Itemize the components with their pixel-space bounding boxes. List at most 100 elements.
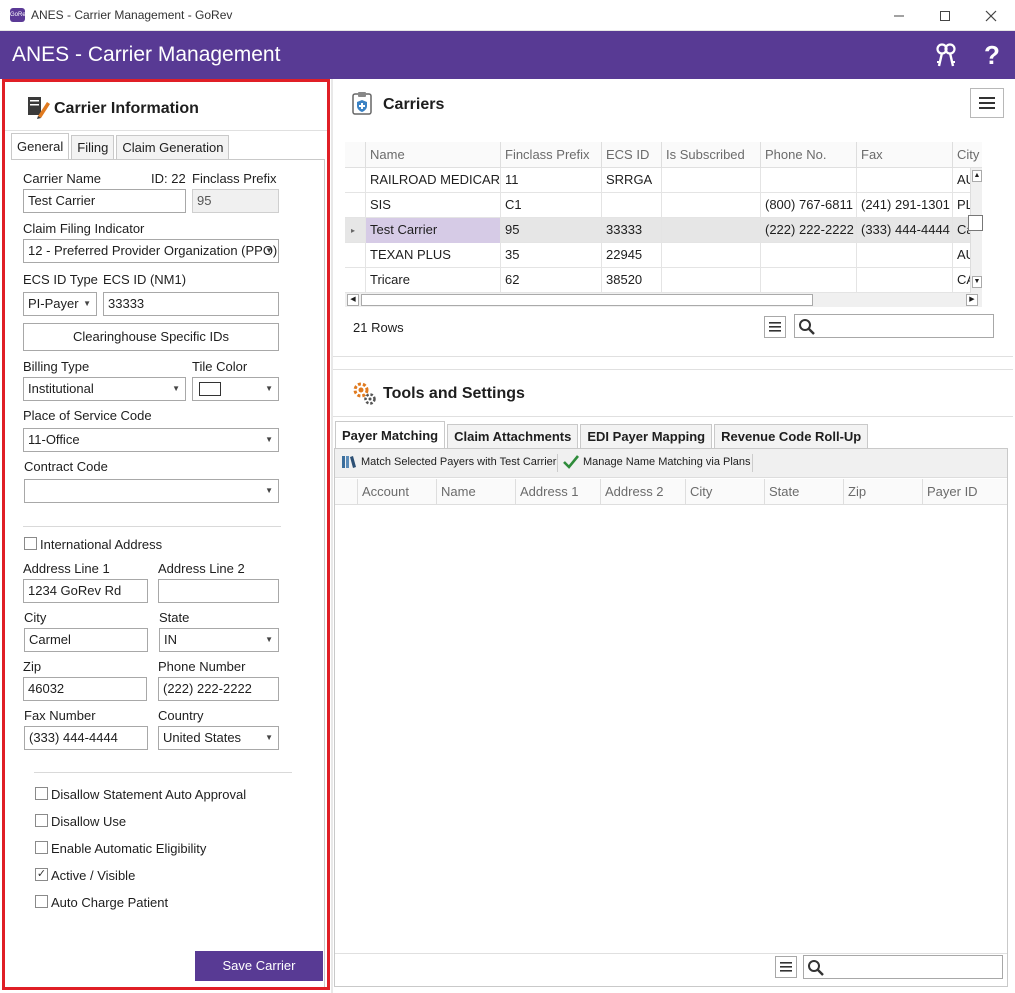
panel-splitter[interactable] <box>331 79 333 993</box>
horizontal-scroll-thumb[interactable] <box>361 294 813 306</box>
enable-automatic-eligibility-checkbox[interactable] <box>35 841 48 854</box>
column-header-account[interactable]: Account <box>357 479 437 505</box>
maximize-icon <box>940 10 950 21</box>
scroll-right-icon[interactable]: ▶ <box>966 294 978 306</box>
column-header-city[interactable]: City <box>685 479 765 505</box>
finclass-prefix-input[interactable]: 95 <box>192 189 279 213</box>
tile-color-select[interactable]: ▼ <box>192 377 279 401</box>
state-select[interactable]: IN ▼ <box>159 628 279 652</box>
cell-finclass-prefix: 11 <box>500 168 601 193</box>
column-header-name[interactable]: Name <box>436 479 515 505</box>
column-header-finclass-prefix[interactable]: Finclass Prefix <box>500 142 601 168</box>
cell-fax: (241) 291-1301 <box>856 193 952 218</box>
column-header-address-2[interactable]: Address 2 <box>600 479 686 505</box>
scroll-down-icon[interactable]: ▼ <box>972 276 982 288</box>
tab-payer-matching[interactable]: Payer Matching <box>335 421 446 448</box>
minimize-icon <box>894 15 904 16</box>
payer-grid-menu-button[interactable] <box>775 956 797 978</box>
place-of-service-label: Place of Service Code <box>23 408 152 423</box>
column-header-is-subscribed[interactable]: Is Subscribed <box>661 142 760 168</box>
help-icon: ? <box>984 39 1000 70</box>
column-header-payer-id[interactable]: Payer ID <box>922 479 1007 505</box>
tab-edi-payer-mapping[interactable]: EDI Payer Mapping <box>580 424 713 448</box>
carriers-menu-button[interactable] <box>970 88 1004 118</box>
grid-footer-divider <box>335 953 1007 954</box>
table-row[interactable]: RAILROAD MEDICARE 11 SRRGA AUG <box>345 168 970 193</box>
clearinghouse-ids-button[interactable]: Clearinghouse Specific IDs <box>23 323 279 351</box>
billing-type-value: Institutional <box>28 381 94 396</box>
cell-name: SIS <box>365 193 500 218</box>
disallow-use-checkbox[interactable] <box>35 814 48 827</box>
address-line-2-input[interactable] <box>158 579 279 603</box>
table-row[interactable]: TEXAN PLUS 35 22945 AUS <box>345 243 970 268</box>
carriers-heading: Carriers <box>383 96 445 113</box>
claim-filing-indicator-select[interactable]: 12 - Preferred Provider Organization (PP… <box>23 239 279 263</box>
manage-name-matching-label: Manage Name Matching via Plans <box>583 456 751 468</box>
column-header-city[interactable]: City <box>952 142 982 168</box>
cell-fax <box>856 168 952 193</box>
carriers-grid-menu-button[interactable] <box>764 316 786 338</box>
close-button[interactable] <box>968 0 1014 31</box>
match-payers-button[interactable]: Match Selected Payers with Test Carrier <box>341 455 556 469</box>
window-title: ANES - Carrier Management - GoRev <box>31 8 233 22</box>
fax-number-input[interactable]: (333) 444-4444 <box>24 726 148 750</box>
table-row-selected[interactable]: ▸ Test Carrier 95 33333 (222) 222-2222 (… <box>345 218 970 243</box>
chevron-down-icon: ▼ <box>265 733 273 742</box>
scroll-up-icon[interactable]: ▲ <box>972 170 982 182</box>
scroll-left-icon[interactable]: ◀ <box>347 294 359 306</box>
auto-charge-patient-checkbox[interactable] <box>35 895 48 908</box>
country-value: United States <box>163 730 242 745</box>
active-visible-checkbox[interactable]: ✓ <box>35 868 48 881</box>
ecs-id-input[interactable]: 33333 <box>103 292 279 316</box>
table-row[interactable]: SIS C1 (800) 767-6811 (241) 291-1301 PLA… <box>345 193 970 218</box>
column-header-address-1[interactable]: Address 1 <box>515 479 600 505</box>
city-input[interactable]: Carmel <box>24 628 148 652</box>
keys-button[interactable] <box>930 39 962 71</box>
app-logo-icon: GoRev <box>10 8 29 22</box>
help-button[interactable]: ? <box>976 39 1008 71</box>
column-header-fax[interactable]: Fax <box>856 142 952 168</box>
table-row[interactable]: Tricare 62 38520 CAM <box>345 268 970 293</box>
manage-name-matching-button[interactable]: Manage Name Matching via Plans <box>563 455 751 469</box>
tab-claim-attachments[interactable]: Claim Attachments <box>447 424 579 448</box>
maximize-button[interactable] <box>922 0 968 31</box>
phone-number-input[interactable]: (222) 222-2222 <box>158 677 279 701</box>
tab-filing[interactable]: Filing <box>71 135 115 159</box>
tab-revenue-code-roll-up[interactable]: Revenue Code Roll-Up <box>714 424 869 448</box>
column-header-phone[interactable]: Phone No. <box>760 142 856 168</box>
contract-code-select[interactable]: ▼ <box>24 479 279 503</box>
save-carrier-button[interactable]: Save Carrier <box>195 951 323 981</box>
cell-ecs-id: 33333 <box>601 218 661 243</box>
edit-document-icon <box>28 97 50 119</box>
column-header-name[interactable]: Name <box>365 142 499 168</box>
international-address-checkbox[interactable] <box>24 537 37 550</box>
country-select[interactable]: United States ▼ <box>158 726 279 750</box>
cell-ecs-id: 38520 <box>601 268 661 293</box>
billing-type-select[interactable]: Institutional ▼ <box>23 377 186 401</box>
address-line-1-input[interactable]: 1234 GoRev Rd <box>23 579 148 603</box>
ecs-id-type-label: ECS ID Type <box>23 272 98 287</box>
carrier-name-input[interactable]: Test Carrier <box>23 189 186 213</box>
carriers-search-input[interactable] <box>794 314 994 338</box>
column-header-zip[interactable]: Zip <box>843 479 923 505</box>
zip-input[interactable]: 46032 <box>23 677 147 701</box>
tab-claim-generation[interactable]: Claim Generation <box>116 135 230 159</box>
carriers-horizontal-scrollbar[interactable]: ◀ ▶ <box>345 293 982 307</box>
ecs-id-type-select[interactable]: PI-Payer ▼ <box>23 292 97 316</box>
column-header-ecs-id[interactable]: ECS ID <box>601 142 661 168</box>
carriers-vertical-scrollbar[interactable]: ▲ ▼ <box>968 168 983 293</box>
tab-general[interactable]: General <box>11 133 70 159</box>
disallow-statement-auto-approval-checkbox[interactable] <box>35 787 48 800</box>
column-header-state[interactable]: State <box>764 479 844 505</box>
search-icon <box>799 319 815 335</box>
place-of-service-select[interactable]: 11-Office ▼ <box>23 428 279 452</box>
cell-name: TEXAN PLUS <box>365 243 500 268</box>
cell-city: AUG <box>952 168 970 193</box>
cell-name: Test Carrier <box>365 218 500 243</box>
cell-name: RAILROAD MEDICARE <box>365 168 500 193</box>
minimize-button[interactable] <box>876 0 922 31</box>
scroll-thumb[interactable] <box>968 215 983 231</box>
chevron-down-icon: ▼ <box>265 486 273 495</box>
carrier-information-heading: Carrier Information <box>54 100 199 117</box>
payer-search-input[interactable] <box>803 955 1003 979</box>
